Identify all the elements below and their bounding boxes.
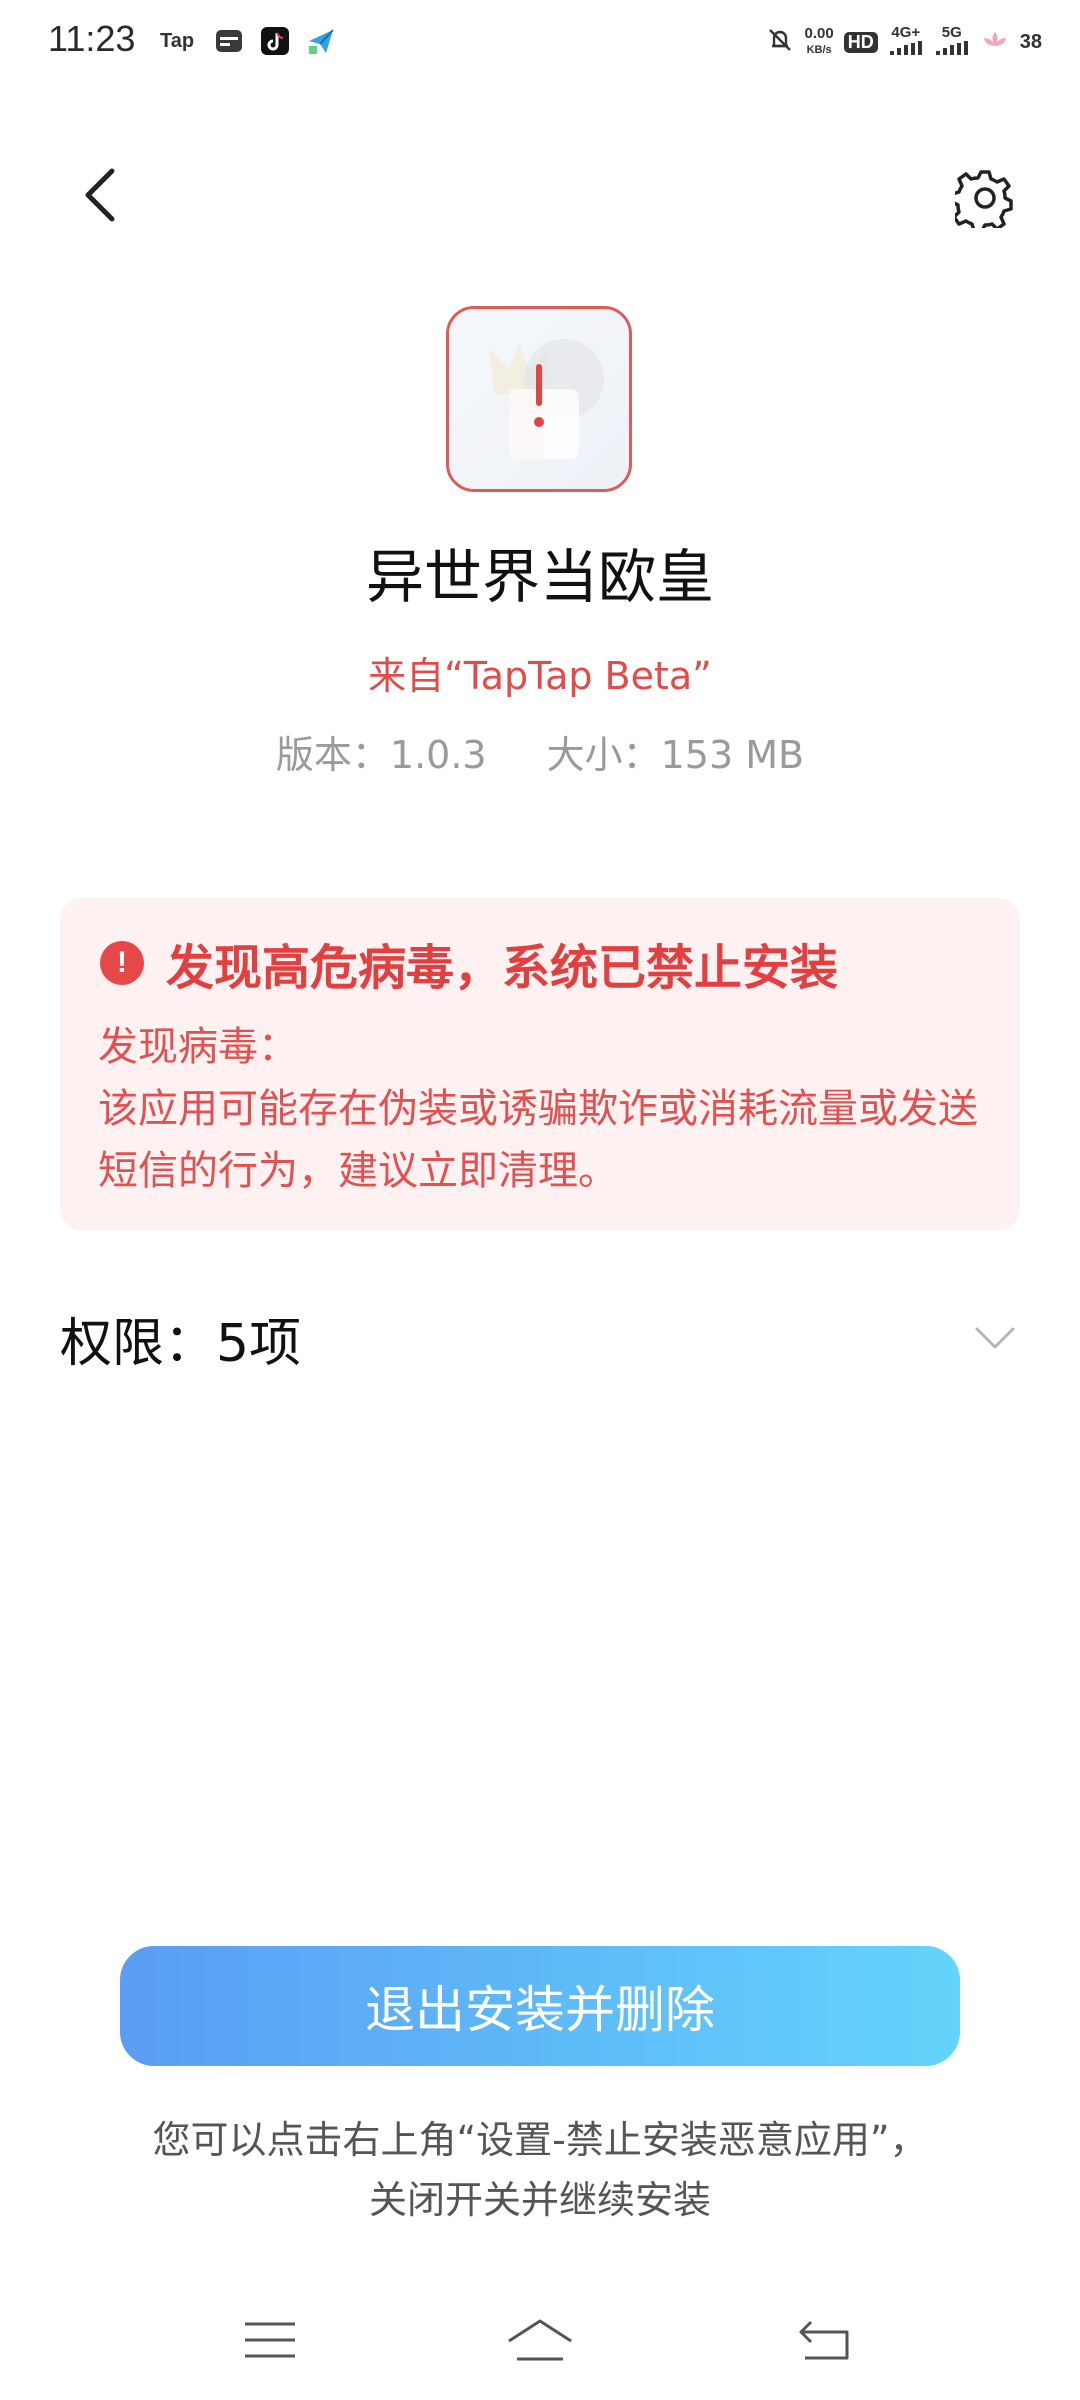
sim2-type: 5G bbox=[941, 24, 962, 41]
chevron-down-icon bbox=[970, 1318, 1020, 1358]
app-version: 版本：1.0.3 bbox=[275, 733, 487, 777]
alert-icon: ! bbox=[100, 941, 144, 985]
permissions-row[interactable]: 权限：5项 bbox=[60, 1298, 1020, 1378]
app-name: 异世界当欧皇 bbox=[365, 543, 714, 611]
warning-body: 发现病毒： 该应用可能存在伪装或诱骗欺诈或消耗流量或发送短信的行为，建议立即清理… bbox=[98, 1016, 998, 1202]
warning-title-row: ! 发现高危病毒，系统已禁止安装 bbox=[100, 928, 838, 998]
hd-badge: HD bbox=[843, 31, 878, 53]
settings-button[interactable] bbox=[950, 163, 1020, 233]
warning-line1: 发现病毒： bbox=[98, 1024, 298, 1070]
tiktok-notif-icon bbox=[260, 24, 290, 58]
exit-and-delete-button[interactable]: 退出安装并删除 bbox=[120, 1946, 960, 2066]
permissions-label: 权限：5项 bbox=[60, 1313, 302, 1374]
nav-home-button[interactable] bbox=[500, 2310, 580, 2370]
hint-line2: 关闭开关并继续安装 bbox=[368, 2178, 711, 2222]
app-icon bbox=[446, 306, 632, 492]
status-time: 11:23 bbox=[48, 18, 136, 59]
wallet-notif-icon bbox=[214, 24, 244, 58]
back-icon bbox=[799, 2320, 849, 2360]
send-notif-icon bbox=[306, 24, 336, 58]
mute-bell-icon bbox=[765, 25, 795, 60]
virus-warning-card: ! 发现高危病毒，系统已禁止安装 发现病毒： 该应用可能存在伪装或诱骗欺诈或消耗… bbox=[60, 898, 1020, 1230]
sim1-type: 4G+ bbox=[891, 24, 921, 41]
hint-line1: 您可以点击右上角“设置-禁止安装恶意应用”， bbox=[152, 2118, 928, 2162]
net-speed-unit: KB/s bbox=[806, 44, 832, 56]
sim1-signal: 4G+ bbox=[888, 25, 924, 59]
nav-menu-button[interactable] bbox=[230, 2310, 310, 2370]
net-speed: 0.00 KB/s bbox=[805, 26, 834, 58]
net-speed-value: 0.00 bbox=[804, 25, 834, 42]
navigation-bar bbox=[0, 2290, 1080, 2390]
warning-description: 该应用可能存在伪装或诱骗欺诈或消耗流量或发送短信的行为，建议立即清理。 bbox=[98, 1086, 978, 1194]
status-bar: 11:23 Tap 0.00 KB/s HD 4G+ 5G 38 bbox=[0, 0, 1080, 84]
gear-icon bbox=[955, 170, 1013, 228]
warning-title: 发现高危病毒，系统已禁止安装 bbox=[166, 940, 839, 996]
sim2-signal: 5G bbox=[934, 25, 970, 59]
nav-back-button[interactable] bbox=[785, 2310, 865, 2370]
battery-level: 38 bbox=[1019, 30, 1042, 53]
chevron-left-icon bbox=[85, 168, 115, 222]
status-right: 0.00 KB/s HD 4G+ 5G 38 bbox=[765, 18, 1042, 66]
menu-icon bbox=[245, 2322, 295, 2358]
settings-hint: 您可以点击右上角“设置-禁止安装恶意应用”， 关闭开关并继续安装 bbox=[0, 2110, 1080, 2230]
taptap-notif-icon: Tap bbox=[160, 29, 195, 52]
danger-mark-icon bbox=[534, 364, 544, 427]
battery-lotus-icon bbox=[980, 28, 1010, 57]
back-button[interactable] bbox=[70, 160, 130, 230]
home-icon bbox=[508, 2319, 572, 2361]
app-meta: 版本：1.0.3 大小：153 MB bbox=[0, 724, 1080, 779]
app-size: 大小：153 MB bbox=[546, 733, 805, 777]
app-source: 来自“TapTap Beta” bbox=[368, 654, 712, 698]
